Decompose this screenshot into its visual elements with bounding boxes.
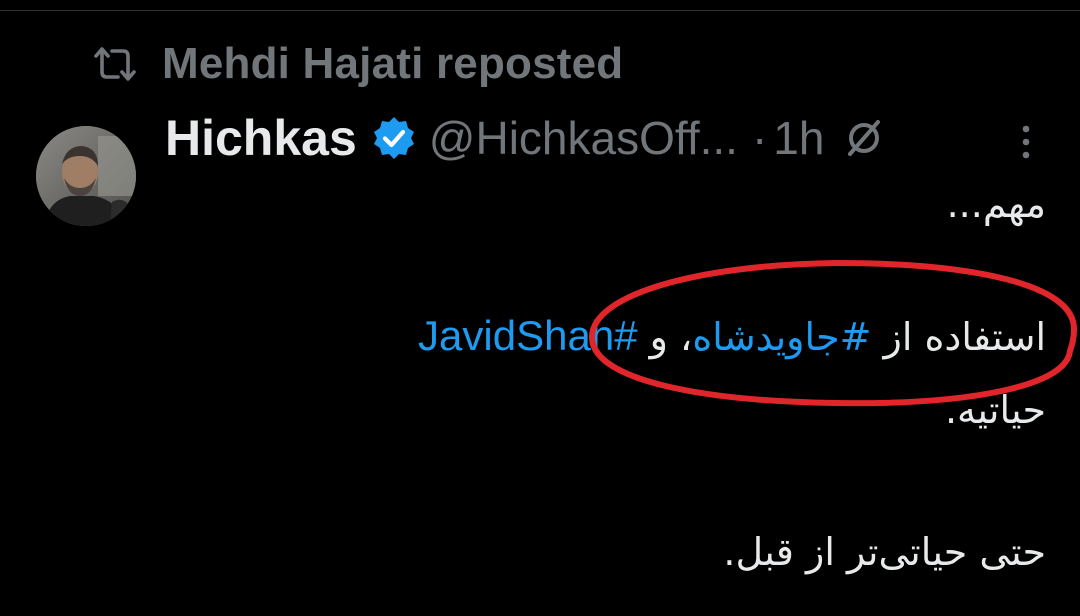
repost-context[interactable]: Mehdi Hajati reposted <box>92 38 623 90</box>
verified-badge-icon <box>373 117 414 159</box>
repost-label[interactable]: Mehdi Hajati reposted <box>162 39 623 89</box>
timestamp[interactable]: 1h <box>773 111 824 165</box>
tweet-header: Hichkas @HichkasOff... · 1h <box>165 108 1065 168</box>
avatar[interactable] <box>36 126 136 226</box>
repost-icon <box>94 47 136 81</box>
meta-separator: · <box>751 112 768 164</box>
author-handle[interactable]: @HichkasOff... <box>429 111 738 165</box>
more-vertical-icon[interactable] <box>1012 120 1040 164</box>
no-sign-icon <box>848 120 881 156</box>
tweet-text-line-4: حتی حیاتی‌تر از قبل. <box>723 530 1046 574</box>
tweet-text-line-1: مهم... <box>946 182 1046 226</box>
author-name[interactable]: Hichkas <box>165 109 357 167</box>
highlight-annotation <box>588 259 1078 407</box>
avatar-image <box>36 126 136 226</box>
top-divider <box>0 10 1080 11</box>
